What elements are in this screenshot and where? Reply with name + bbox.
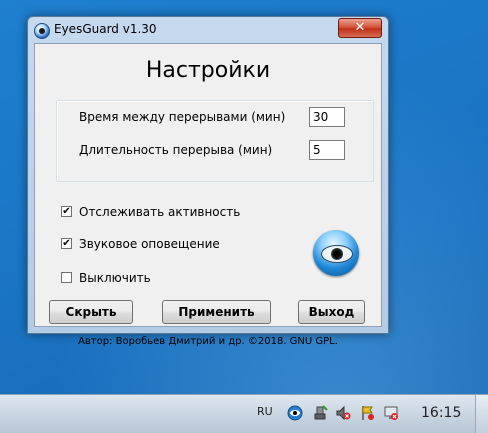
action-center-icon[interactable] [359,405,375,421]
page-title: Настройки [145,58,271,83]
window-title: EyesGuard v1.30 [54,22,157,36]
usb-safely-remove-icon[interactable] [312,405,328,421]
checkbox-box[interactable]: ✔ [61,206,72,217]
eye-iris [331,248,343,260]
sound-alert-label: Звуковое оповещение [79,237,220,251]
eyesguard-tray-icon[interactable] [287,405,303,421]
break-duration-input[interactable] [309,140,345,160]
settings-panel: Настройки Время между перерывами (мин) Д… [34,43,382,347]
language-indicator[interactable]: RU [257,405,273,418]
disable-label: Выключить [79,271,151,285]
break-duration-label: Длительность перерыва (мин) [79,143,273,157]
taskbar-clock[interactable]: 16:15 [421,405,461,421]
taskbar: RU 16:15 [0,394,488,433]
title-bar[interactable]: EyesGuard v1.30 ✕ [28,17,388,43]
hide-button[interactable]: Скрыть [49,300,133,324]
break-interval-label: Время между перерывами (мин) [79,110,286,124]
close-button[interactable]: ✕ [338,18,382,38]
apply-button[interactable]: Применить [162,300,271,324]
eye-app-icon[interactable] [34,23,50,39]
checkbox-box[interactable]: ✔ [61,238,72,249]
exit-button[interactable]: Выход [298,300,365,324]
break-interval-input[interactable] [309,107,345,127]
track-activity-label: Отслеживать активность [79,205,241,219]
eyesguard-window: EyesGuard v1.30 ✕ Настройки Время между … [27,16,389,347]
show-desktop-button[interactable] [475,395,488,433]
checkbox-box[interactable] [61,272,72,283]
eye-logo-icon [313,230,359,276]
volume-muted-icon[interactable] [335,405,351,421]
author-footer: Автор: Воробьев Дмитрий и др. ©2018. GNU… [78,336,338,347]
network-disconnected-icon[interactable] [383,405,399,421]
eye-white [321,245,353,263]
